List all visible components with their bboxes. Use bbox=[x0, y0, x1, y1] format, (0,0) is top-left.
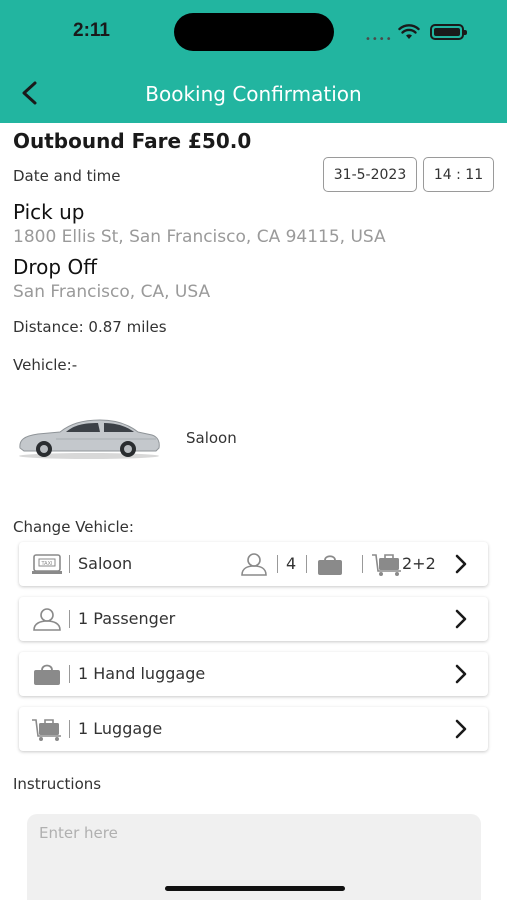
vehicle-select-row[interactable]: TAXI Saloon 4 2+2 bbox=[19, 542, 488, 586]
luggage-trolley-icon bbox=[372, 554, 401, 576]
date-field[interactable]: 31-5-2023 bbox=[323, 157, 417, 192]
status-time: 2:11 bbox=[73, 20, 110, 41]
luggage-trolley-icon bbox=[32, 719, 61, 741]
cellular-signal-icon: •••• bbox=[365, 34, 393, 45]
separator bbox=[69, 555, 70, 573]
separator bbox=[69, 720, 70, 738]
separator bbox=[69, 665, 70, 683]
passenger-select-row[interactable]: 1 Passenger bbox=[19, 597, 488, 641]
separator bbox=[306, 555, 307, 573]
dynamic-island bbox=[174, 13, 334, 51]
passenger-capacity: 4 bbox=[286, 554, 297, 573]
luggage-capacity: 2+2 bbox=[402, 554, 436, 573]
dropoff-label: Drop Off bbox=[13, 255, 97, 279]
luggage-select-row[interactable]: 1 Luggage bbox=[19, 707, 488, 751]
hand-luggage-icon bbox=[34, 664, 60, 685]
change-vehicle-label: Change Vehicle: bbox=[13, 518, 134, 536]
separator bbox=[362, 555, 363, 573]
distance-text: Distance: 0.87 miles bbox=[13, 318, 167, 336]
hand-luggage-row-label: 1 Hand luggage bbox=[78, 664, 206, 683]
passenger-icon bbox=[241, 553, 267, 576]
separator bbox=[277, 555, 278, 573]
luggage-row-label: 1 Luggage bbox=[78, 719, 163, 738]
hand-luggage-icon bbox=[318, 555, 342, 575]
date-time-label: Date and time bbox=[13, 167, 121, 185]
wifi-icon bbox=[398, 24, 420, 39]
hand-luggage-select-row[interactable]: 1 Hand luggage bbox=[19, 652, 488, 696]
chevron-right-icon bbox=[455, 719, 467, 739]
vehicle-label: Vehicle:- bbox=[13, 356, 78, 374]
outbound-fare: Outbound Fare £50.0 bbox=[13, 129, 252, 153]
app-header: 2:11 •••• Booking Confirmation bbox=[0, 0, 507, 123]
page-title: Booking Confirmation bbox=[145, 82, 362, 106]
pickup-label: Pick up bbox=[13, 200, 85, 224]
separator bbox=[69, 610, 70, 628]
home-indicator[interactable] bbox=[165, 886, 345, 891]
vehicle-row-label: Saloon bbox=[78, 554, 133, 573]
car-image bbox=[19, 419, 160, 459]
passenger-icon bbox=[33, 608, 61, 631]
chevron-right-icon bbox=[455, 609, 467, 629]
battery-icon bbox=[430, 24, 467, 40]
passenger-row-label: 1 Passenger bbox=[78, 609, 176, 628]
time-field[interactable]: 14 : 11 bbox=[423, 157, 494, 192]
dropoff-address: San Francisco, CA, USA bbox=[13, 282, 211, 302]
svg-text:TAXI: TAXI bbox=[41, 561, 53, 567]
chevron-right-icon bbox=[455, 554, 467, 574]
pickup-address: 1800 Ellis St, San Francisco, CA 94115, … bbox=[13, 227, 386, 247]
vehicle-name: Saloon bbox=[186, 429, 237, 447]
instructions-label: Instructions bbox=[13, 775, 102, 793]
taxi-icon: TAXI bbox=[32, 554, 62, 574]
chevron-right-icon bbox=[455, 664, 467, 684]
